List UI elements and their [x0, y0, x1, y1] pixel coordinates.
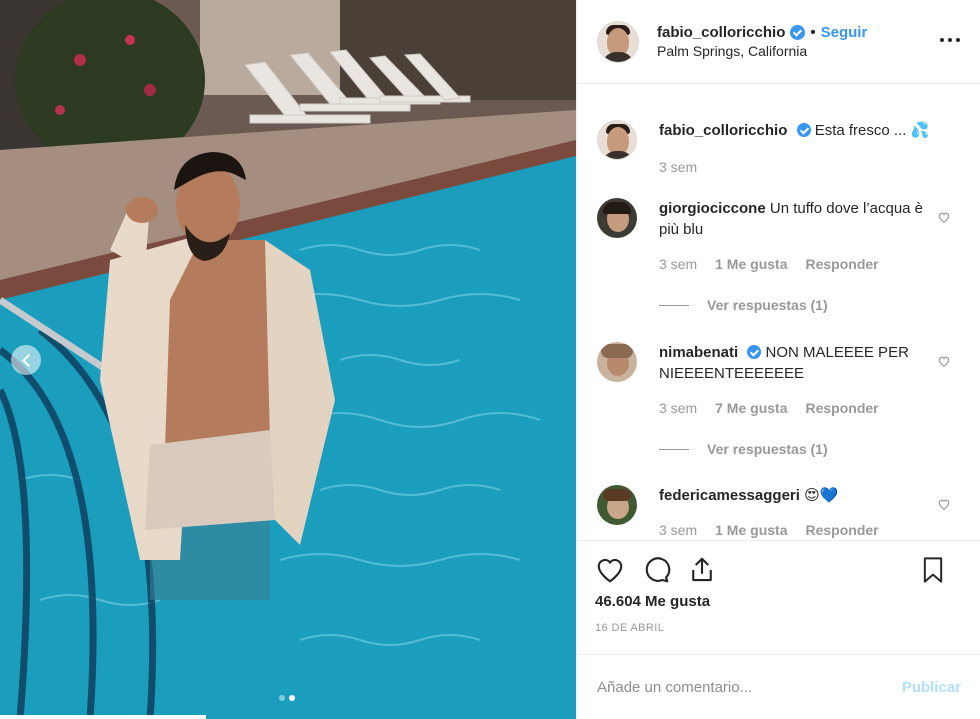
- comment-username[interactable]: federicamessaggeri: [659, 487, 800, 504]
- carousel-dot: [279, 695, 285, 701]
- comment-input[interactable]: [597, 678, 857, 696]
- publish-button[interactable]: Publicar: [902, 679, 961, 696]
- comment-avatar[interactable]: [597, 198, 637, 238]
- comment-icon[interactable]: [641, 555, 671, 585]
- author-username[interactable]: fabio_colloricchio: [657, 24, 785, 42]
- share-icon[interactable]: [687, 555, 717, 585]
- view-replies-button[interactable]: Ver respuestas (1): [659, 441, 961, 457]
- comment-avatar[interactable]: [597, 342, 637, 382]
- comment-username[interactable]: giorgiociccone: [659, 200, 766, 217]
- comments-list[interactable]: fabio_colloricchio Esta fresco ... 💦 3 s…: [577, 85, 980, 540]
- post-actions: 46.604 Me gusta 16 DE ABRIL: [577, 540, 980, 634]
- pool-scene-illustration: [0, 0, 576, 719]
- bookmark-icon[interactable]: [919, 555, 947, 585]
- caption-time: 3 sem: [659, 159, 698, 175]
- separator-bullet: •: [810, 23, 816, 41]
- reply-button[interactable]: Responder: [805, 254, 878, 275]
- verified-badge-icon: [790, 25, 806, 40]
- heart-outline-icon[interactable]: [937, 497, 951, 511]
- reply-button[interactable]: Responder: [805, 398, 878, 419]
- heart-outline-icon[interactable]: [937, 354, 951, 368]
- location-link[interactable]: Palm Springs, California: [657, 42, 867, 60]
- view-replies-label: Ver respuestas (1): [707, 441, 828, 457]
- caption: fabio_colloricchio Esta fresco ... 💦 3 s…: [597, 120, 961, 178]
- ellipsis-icon[interactable]: [940, 38, 960, 42]
- post-date: 16 DE ABRIL: [595, 622, 665, 634]
- comment-time: 3 sem: [659, 256, 698, 272]
- comment-likes[interactable]: 7 Me gusta: [715, 398, 787, 419]
- post-header: fabio_colloricchio • Seguir Palm Springs…: [577, 0, 980, 84]
- caption-text: Esta fresco ... 💦: [814, 122, 930, 139]
- view-replies-label: Ver respuestas (1): [707, 297, 828, 313]
- comment-time: 3 sem: [659, 522, 698, 538]
- comment-likes[interactable]: 1 Me gusta: [715, 520, 787, 540]
- carousel-indicator: [279, 695, 295, 701]
- comment-username[interactable]: nimabenati: [659, 344, 738, 361]
- heart-outline-icon[interactable]: [937, 210, 951, 224]
- reply-button[interactable]: Responder: [805, 520, 878, 540]
- carousel-dot-active: [289, 695, 295, 701]
- replies-line: [659, 304, 689, 306]
- replies-line: [659, 448, 689, 450]
- verified-badge-icon: [747, 345, 762, 359]
- comment-item: nimabenati NON MALEEEE PER NIEEEENTEEEEE…: [597, 342, 961, 419]
- chevron-left-icon: [21, 353, 35, 367]
- photo-strip: [0, 715, 206, 719]
- view-replies-button[interactable]: Ver respuestas (1): [659, 297, 961, 313]
- add-comment-bar: Publicar: [577, 654, 980, 719]
- caption-username[interactable]: fabio_colloricchio: [659, 122, 787, 139]
- comment-avatar[interactable]: [597, 485, 637, 525]
- comment-likes[interactable]: 1 Me gusta: [715, 254, 787, 275]
- comment-time: 3 sem: [659, 400, 698, 416]
- verified-badge-icon: [796, 123, 811, 137]
- carousel-prev-button[interactable]: [11, 345, 41, 375]
- heart-icon[interactable]: [595, 555, 625, 585]
- caption-avatar[interactable]: [597, 120, 637, 160]
- comment-text: 😍💙: [804, 487, 839, 504]
- follow-button[interactable]: Seguir: [821, 24, 868, 42]
- post-photo[interactable]: [0, 0, 576, 719]
- comment-item: giorgiociccone Un tuffo dove l’acqua è p…: [597, 198, 961, 275]
- post-sidebar: fabio_colloricchio • Seguir Palm Springs…: [576, 0, 980, 719]
- author-avatar[interactable]: [597, 20, 639, 63]
- comment-item: federicamessaggeri 😍💙 3 sem 1 Me gusta R…: [597, 485, 961, 540]
